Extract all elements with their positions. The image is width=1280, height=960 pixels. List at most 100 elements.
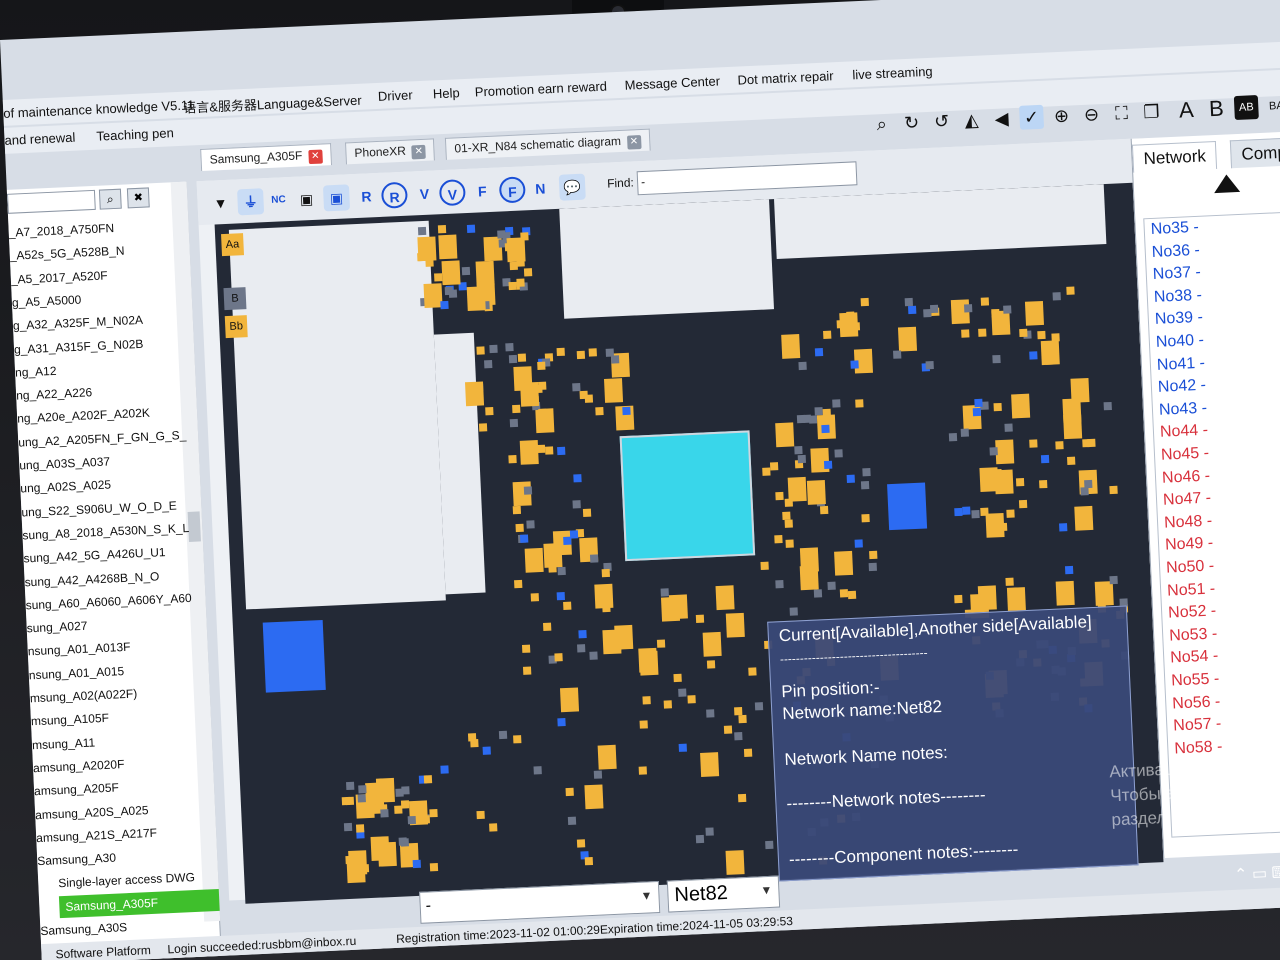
component-pad[interactable]	[533, 766, 543, 775]
component-pad[interactable]	[908, 305, 917, 314]
tab-phonexr[interactable]: PhoneXR ✕	[345, 138, 436, 165]
component-pad[interactable]	[1019, 328, 1028, 338]
component-pad[interactable]	[850, 360, 859, 370]
close-icon[interactable]: ✕	[411, 144, 427, 160]
component-pad[interactable]	[551, 557, 560, 566]
rotate-ccw-icon[interactable]: ↺	[929, 109, 954, 134]
component-pad[interactable]	[798, 361, 808, 370]
network-list-item[interactable]: No50 -	[1166, 557, 1215, 577]
network-list-item[interactable]: No57 -	[1173, 715, 1222, 735]
component-pad[interactable]	[1006, 509, 1016, 518]
component-pad[interactable]	[787, 476, 807, 502]
component-pad[interactable]	[572, 383, 581, 392]
component-pad[interactable]	[407, 816, 416, 825]
component-pad[interactable]	[557, 348, 566, 357]
side-a-button[interactable]: A	[1174, 97, 1199, 123]
component-pad[interactable]	[892, 350, 901, 359]
network-list-item[interactable]: No37 -	[1152, 264, 1201, 284]
component-pad[interactable]	[612, 384, 621, 393]
component-pad[interactable]	[663, 700, 672, 709]
model-list-item[interactable]: amsung_A21S_A217F	[36, 822, 158, 849]
component-pad[interactable]	[361, 863, 370, 873]
component-pad[interactable]	[462, 267, 471, 276]
component-pad[interactable]	[1029, 439, 1038, 449]
component-pad[interactable]	[660, 588, 670, 597]
component-pad[interactable]	[673, 673, 682, 682]
component-pad[interactable]	[520, 382, 540, 407]
component-pad[interactable]	[1086, 438, 1096, 448]
component-pad[interactable]	[578, 630, 587, 639]
component-pad[interactable]	[544, 446, 554, 456]
component-pad[interactable]	[613, 624, 633, 650]
component-pad[interactable]	[515, 278, 525, 288]
component-pad[interactable]	[509, 354, 518, 364]
component-pad[interactable]	[482, 746, 491, 756]
component-pad[interactable]	[512, 404, 521, 414]
component-pad[interactable]	[1011, 393, 1031, 419]
component-pad[interactable]	[524, 547, 544, 573]
component-pad[interactable]	[1058, 523, 1067, 532]
component-pad[interactable]	[820, 505, 829, 515]
component-pad[interactable]	[799, 565, 819, 591]
component-pad[interactable]	[733, 707, 743, 716]
component-pad[interactable]	[1074, 506, 1094, 532]
component-pad[interactable]	[509, 261, 518, 271]
menu-live-streaming[interactable]: live streaming	[852, 64, 933, 83]
component-pad[interactable]	[440, 300, 449, 309]
resistor-layer-button[interactable]: R	[353, 183, 380, 210]
component-pad[interactable]	[854, 539, 863, 548]
component-pad[interactable]	[656, 639, 666, 648]
nc-layer-button[interactable]: NC	[265, 187, 292, 214]
network-list-item[interactable]: No41 -	[1157, 354, 1206, 374]
component-pad[interactable]	[569, 530, 579, 539]
check-icon[interactable]: ✓	[1019, 104, 1045, 130]
component-pad[interactable]	[601, 568, 611, 578]
network-list-item[interactable]: No48 -	[1164, 512, 1213, 532]
component-pad[interactable]	[557, 446, 566, 456]
component-pad[interactable]	[1006, 587, 1027, 612]
component-pad[interactable]	[1004, 422, 1014, 432]
component-pad[interactable]	[467, 286, 487, 312]
component-pad[interactable]	[954, 507, 963, 516]
component-pad[interactable]	[1025, 300, 1045, 326]
network-list-item[interactable]: No46 -	[1162, 467, 1211, 487]
component-pad[interactable]	[995, 439, 1015, 465]
voltage-circle-button[interactable]: V	[438, 179, 466, 207]
component-pad[interactable]	[738, 794, 747, 803]
component-pad[interactable]	[979, 507, 989, 516]
side-b-button[interactable]: B	[1204, 96, 1229, 122]
component-pad[interactable]	[576, 839, 585, 848]
tab-samsung-a305f[interactable]: Samsung_A305F ✕	[200, 143, 332, 172]
component-pad[interactable]	[358, 784, 367, 794]
close-icon[interactable]: ✕	[308, 149, 323, 165]
component-pad[interactable]	[465, 381, 485, 406]
component-pad[interactable]	[1019, 499, 1028, 509]
search-icon[interactable]: ⌕	[869, 112, 894, 137]
component-pad[interactable]	[869, 551, 878, 560]
component-pad[interactable]	[509, 419, 518, 428]
component-pad[interactable]	[813, 589, 823, 598]
component-pad[interactable]	[784, 519, 793, 528]
component-pad[interactable]	[847, 590, 857, 600]
model-list-item[interactable]: msung_A105F	[30, 707, 110, 733]
component-pad[interactable]	[536, 361, 546, 370]
component-pad[interactable]	[992, 354, 1001, 364]
component-pad[interactable]	[506, 237, 526, 263]
component-pad[interactable]	[834, 449, 844, 458]
component-pad[interactable]	[505, 343, 515, 352]
component-pad[interactable]	[702, 632, 722, 657]
network-list-item[interactable]: No35 -	[1150, 219, 1199, 239]
fit-screen-icon[interactable]: ⛶	[1109, 101, 1134, 126]
component-pad[interactable]	[602, 604, 611, 613]
component-pad[interactable]	[775, 580, 784, 589]
component-pad[interactable]	[584, 784, 604, 810]
component-pad[interactable]	[557, 567, 566, 576]
component-pad[interactable]	[1016, 477, 1025, 487]
component-pad[interactable]	[706, 709, 715, 718]
component-pad[interactable]	[1103, 402, 1112, 411]
component-pad[interactable]	[604, 594, 613, 603]
tab-components[interactable]: Comp	[1229, 137, 1280, 169]
component-pad[interactable]	[344, 823, 353, 832]
component-pad[interactable]	[765, 841, 774, 850]
component-pad[interactable]	[994, 469, 1014, 495]
